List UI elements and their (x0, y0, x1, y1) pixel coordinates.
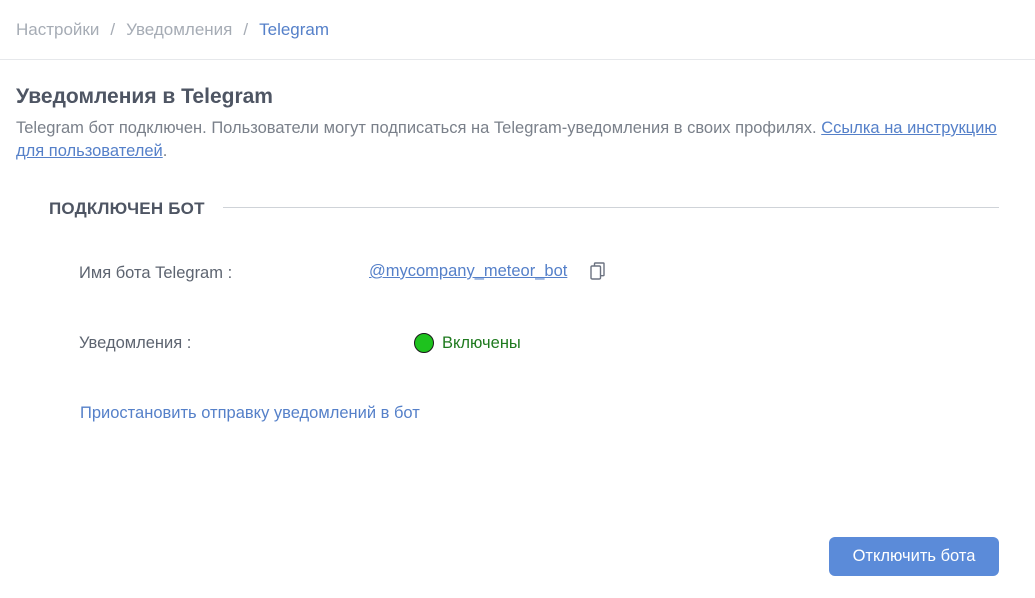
page-description: Telegram бот подключен. Пользователи мог… (16, 117, 1016, 163)
breadcrumb-settings[interactable]: Настройки (16, 19, 99, 41)
disconnect-bot-button[interactable]: Отключить бота (829, 537, 999, 576)
status-dot-icon (414, 333, 434, 353)
notifications-label-text: Уведомления (79, 334, 183, 352)
breadcrumb-separator: / (243, 20, 249, 39)
colon: : (227, 264, 233, 282)
notifications-status: Включены (414, 332, 521, 354)
bot-name-label: Имя бота Telegram : (79, 262, 232, 284)
section-divider (223, 207, 999, 208)
description-end: . (162, 142, 168, 160)
section-title: ПОДКЛЮЧЕН БОТ (49, 199, 205, 218)
breadcrumb-telegram: Telegram (259, 20, 330, 39)
breadcrumb-separator: / (110, 20, 116, 39)
status-text: Включены (442, 334, 521, 352)
bot-name-link[interactable]: @mycompany_meteor_bot (369, 260, 567, 282)
copy-icon[interactable] (590, 262, 606, 280)
header-divider (0, 59, 1035, 60)
description-text: Telegram бот подключен. Пользователи мог… (16, 119, 822, 137)
bot-name-label-text: Имя бота Telegram (79, 264, 223, 282)
breadcrumb-notifications[interactable]: Уведомления (126, 19, 232, 41)
pause-notifications-link[interactable]: Приостановить отправку уведомлений в бот (80, 402, 420, 424)
breadcrumb: Настройки / Уведомления / Telegram (16, 19, 329, 41)
colon: : (186, 334, 192, 352)
page-title: Уведомления в Telegram (16, 85, 273, 108)
notifications-label: Уведомления : (79, 332, 191, 354)
